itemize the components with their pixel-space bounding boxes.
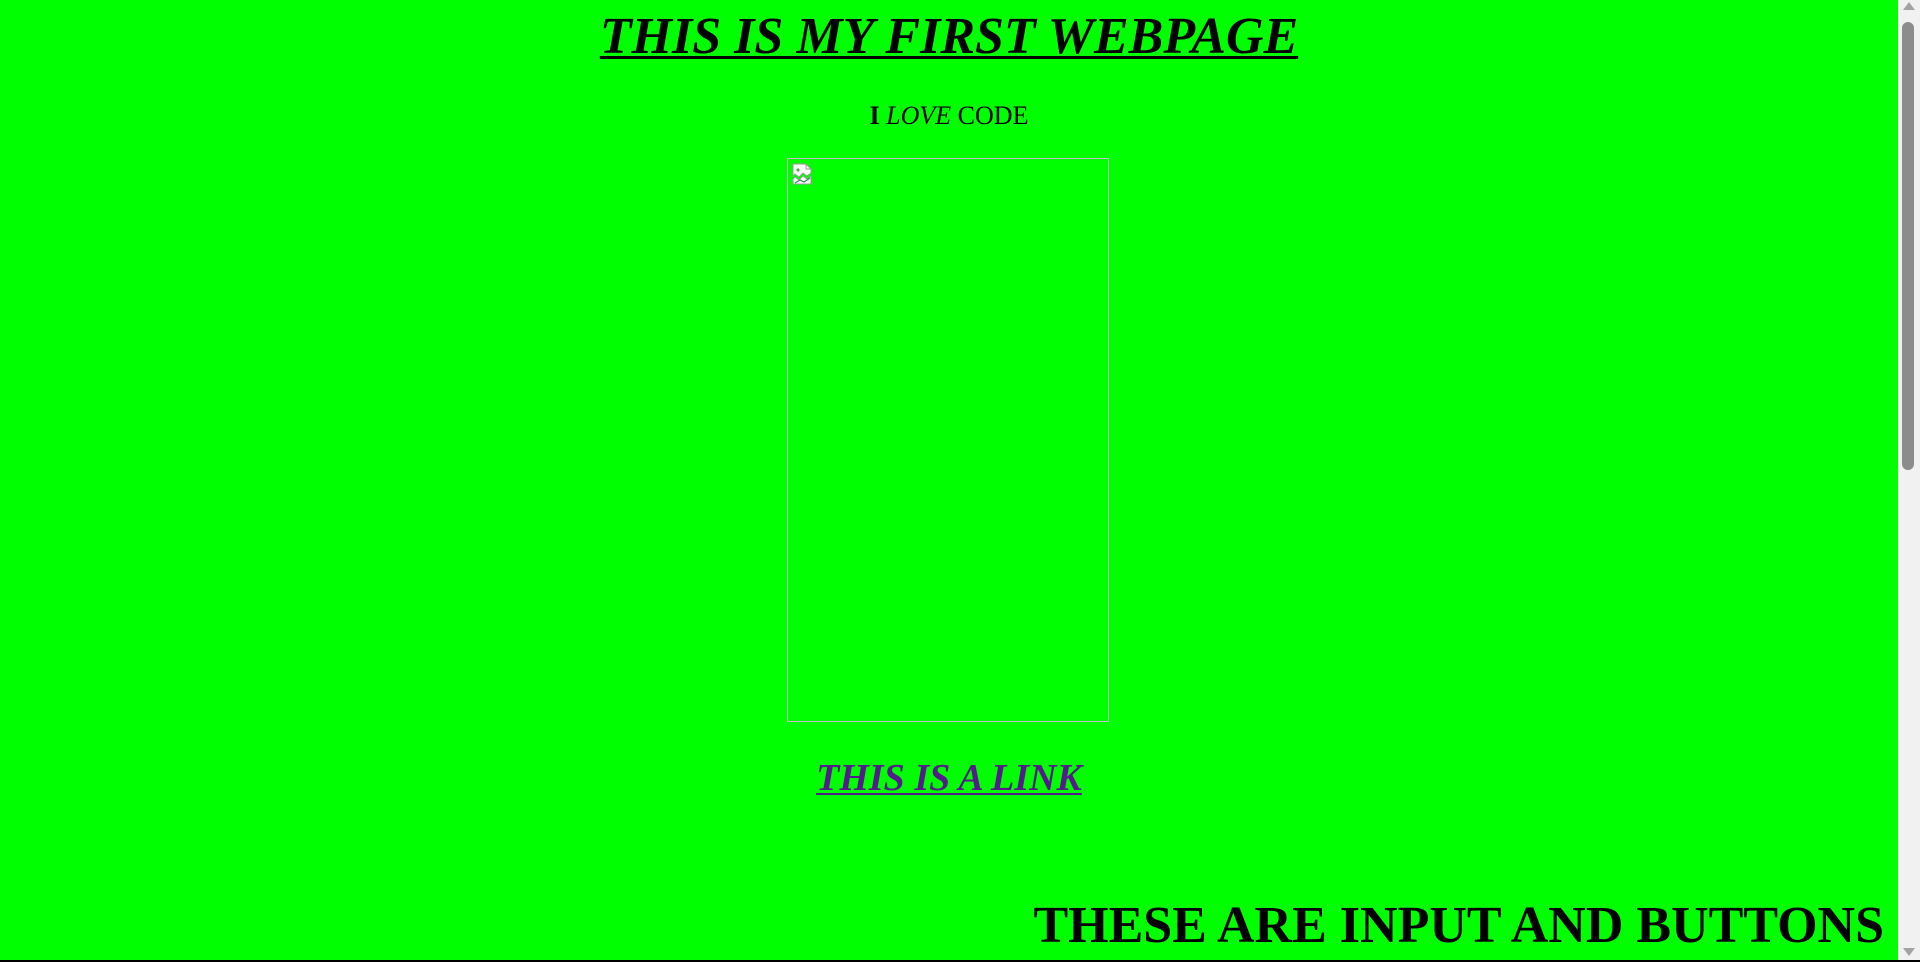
scroll-down-arrow-icon[interactable] [1903, 948, 1915, 956]
tagline-code: CODE [957, 101, 1029, 130]
page-title: THIS IS MY FIRST WEBPAGE [599, 8, 1299, 65]
vertical-scrollbar[interactable] [1898, 0, 1920, 960]
section-heading: THESE ARE INPUT AND BUTTONS [1033, 897, 1884, 954]
link-container: THIS IS A LINK [0, 754, 1898, 802]
scroll-up-arrow-icon[interactable] [1903, 2, 1915, 10]
tagline-i: I [869, 101, 880, 130]
page-link[interactable]: THIS IS A LINK [816, 757, 1082, 799]
tagline-love: LOVE [886, 101, 952, 130]
broken-image-icon [792, 163, 812, 185]
tagline: I LOVE CODE [0, 102, 1898, 130]
page-viewport: THIS IS MY FIRST WEBPAGE I LOVE CODE THI… [0, 0, 1898, 960]
broken-image [787, 158, 1109, 722]
scroll-thumb[interactable] [1902, 22, 1914, 470]
